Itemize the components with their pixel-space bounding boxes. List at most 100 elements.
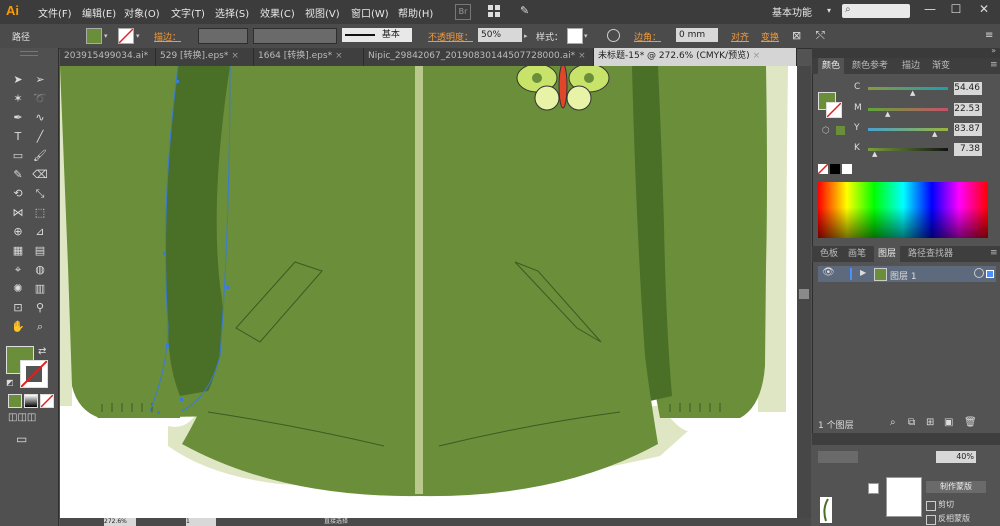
none-color-swatch[interactable] (818, 164, 828, 174)
recolor-artwork-icon[interactable] (607, 29, 620, 42)
new-sublayer-icon[interactable]: ⊞ (926, 417, 934, 428)
chevron-right-icon[interactable]: ▸ (524, 32, 528, 40)
arrange-documents-icon[interactable] (487, 4, 501, 18)
opacity-label[interactable]: 不透明度： (428, 30, 473, 43)
document-tab[interactable]: 1664 [转换].eps* × (254, 48, 364, 66)
chevron-down-icon[interactable]: ▾ (136, 32, 140, 40)
slice-tool-icon[interactable]: ⚲ (32, 300, 48, 316)
gradient-mode-icon[interactable] (24, 394, 38, 408)
pencil-tool-icon[interactable]: ✎ (10, 167, 26, 183)
opacity-field[interactable]: 50% (478, 28, 522, 42)
selection-tool-icon[interactable]: ➤ (10, 72, 26, 88)
cyan-slider[interactable] (868, 87, 948, 90)
tab-pathfinder[interactable]: 路径查找器 (904, 246, 957, 262)
width-tool-icon[interactable]: ⋈ (10, 205, 26, 221)
tab-swatches[interactable]: 色板 (816, 246, 842, 262)
white-color-swatch[interactable] (842, 164, 852, 174)
transparency-opacity-field[interactable]: 40% (936, 451, 976, 463)
document-tab-active[interactable]: 未标题-15* @ 272.6% (CMYK/预览) × (594, 48, 797, 66)
hand-tool-icon[interactable]: ✋ (10, 319, 26, 335)
direct-selection-tool-icon[interactable]: ➢ (32, 72, 48, 88)
column-graph-icon[interactable]: ▥ (32, 281, 48, 297)
tab-layers[interactable]: 图层 (874, 246, 901, 262)
expand-arrow-icon[interactable]: ▶ (860, 268, 866, 277)
menu-edit[interactable]: 编辑(E) (82, 5, 116, 20)
page-field[interactable]: 1 (186, 518, 216, 526)
blend-tool-icon[interactable]: ◍ (32, 262, 48, 278)
color-spectrum[interactable] (818, 182, 988, 238)
swap-colors-icon[interactable]: ⇄ (38, 346, 46, 357)
zoom-field[interactable]: 272.6% (104, 518, 136, 526)
magenta-slider[interactable] (868, 108, 948, 111)
panel-stroke-swatch[interactable] (826, 102, 842, 118)
menu-file[interactable]: 文件(F) (38, 5, 72, 20)
artboard-tool-icon[interactable]: ⊡ (10, 300, 26, 316)
stroke-swatch[interactable] (118, 28, 134, 44)
isolate-object-icon[interactable]: ⊠ (792, 29, 801, 42)
tab-stroke[interactable]: 描边 (898, 58, 924, 74)
close-icon[interactable]: × (753, 51, 761, 61)
close-icon[interactable]: × (231, 51, 239, 61)
menu-type[interactable]: 文字(T) (171, 5, 205, 20)
eyedropper-icon[interactable]: ⌖ (10, 262, 26, 278)
graphic-style-swatch[interactable] (567, 28, 583, 44)
lasso-icon[interactable]: ➰ (32, 91, 48, 107)
gpu-performance-icon[interactable]: ✎ (520, 4, 536, 18)
yellow-value[interactable]: 83.87 (954, 123, 982, 136)
chevron-down-icon[interactable]: ▾ (584, 32, 588, 40)
workspace-switcher[interactable]: 基本功能 (772, 4, 812, 19)
selection-indicator[interactable] (986, 270, 994, 278)
stroke-color-box[interactable] (20, 360, 48, 388)
tab-color[interactable]: 颜色 (818, 58, 845, 74)
chevron-down-icon[interactable]: ▾ (827, 6, 831, 15)
jacket-artwork[interactable] (60, 66, 797, 518)
screen-mode-icon[interactable]: ▭ (16, 432, 27, 446)
shape-builder-icon[interactable]: ⊕ (10, 224, 26, 240)
rectangle-tool-icon[interactable]: ▭ (10, 148, 26, 164)
gamut-swatch[interactable] (836, 126, 845, 135)
magenta-value[interactable]: 22.53 (954, 103, 982, 116)
chevron-down-icon[interactable]: ▾ (104, 32, 108, 40)
document-tab[interactable]: Nipic_29842067_20190830144507728000.ai* × (364, 48, 594, 66)
collapse-icon[interactable]: » (991, 46, 996, 55)
tab-brushes[interactable]: 画笔 (844, 246, 870, 262)
locate-object-icon[interactable]: ⌕ (890, 417, 896, 428)
panel-menu-icon[interactable]: ≡ (990, 60, 998, 70)
maximize-button[interactable]: ☐ (946, 2, 966, 20)
mask-thumbnail[interactable] (886, 477, 922, 517)
eye-icon[interactable]: 👁 (822, 267, 835, 278)
menu-select[interactable]: 选择(S) (215, 5, 249, 20)
blend-mode-dropdown[interactable] (818, 451, 858, 463)
search-field[interactable]: ⌕ (842, 4, 910, 18)
symbol-sprayer-icon[interactable]: ✺ (10, 281, 26, 297)
invert-mask-checkbox[interactable] (926, 515, 936, 525)
clip-checkbox[interactable] (926, 501, 936, 511)
none-mode-icon[interactable] (40, 394, 54, 408)
clipping-mask-icon[interactable]: ⧉ (908, 417, 915, 428)
fill-swatch[interactable] (86, 28, 102, 44)
target-icon[interactable] (974, 268, 984, 278)
bridge-icon[interactable]: Br (455, 4, 471, 20)
pen-tool-icon[interactable]: ✒ (10, 110, 26, 126)
magic-wand-icon[interactable]: ✶ (10, 91, 26, 107)
rotate-tool-icon[interactable]: ⟲ (10, 186, 26, 202)
type-tool-icon[interactable]: T (10, 129, 26, 145)
default-colors-icon[interactable]: ◩ (6, 378, 14, 387)
brush-definition-dropdown[interactable]: 基本 (342, 28, 412, 42)
brush-tool-icon[interactable]: 🖌 (32, 148, 48, 164)
make-mask-button[interactable]: 制作蒙版 (926, 481, 986, 493)
menu-effect[interactable]: 效果(C) (260, 5, 295, 20)
transform-link[interactable]: 变换 (761, 30, 779, 43)
menu-view[interactable]: 视图(V) (305, 5, 340, 20)
document-tab[interactable]: 529 [转换].eps* × (156, 48, 254, 66)
slider-thumb-icon[interactable]: ▲ (910, 89, 915, 97)
free-transform-icon[interactable]: ⬚ (32, 205, 48, 221)
tab-color-guide[interactable]: 颜色参考 (848, 58, 892, 74)
gradient-tool-icon[interactable]: ▤ (32, 243, 48, 259)
slider-thumb-icon[interactable]: ▲ (885, 110, 890, 118)
close-icon[interactable]: × (578, 51, 586, 61)
perspective-grid-icon[interactable]: ⊿ (32, 224, 48, 240)
eraser-tool-icon[interactable]: ⌫ (32, 167, 48, 183)
color-mode-icon[interactable] (8, 394, 22, 408)
delete-layer-icon[interactable]: 🗑 (964, 417, 977, 428)
